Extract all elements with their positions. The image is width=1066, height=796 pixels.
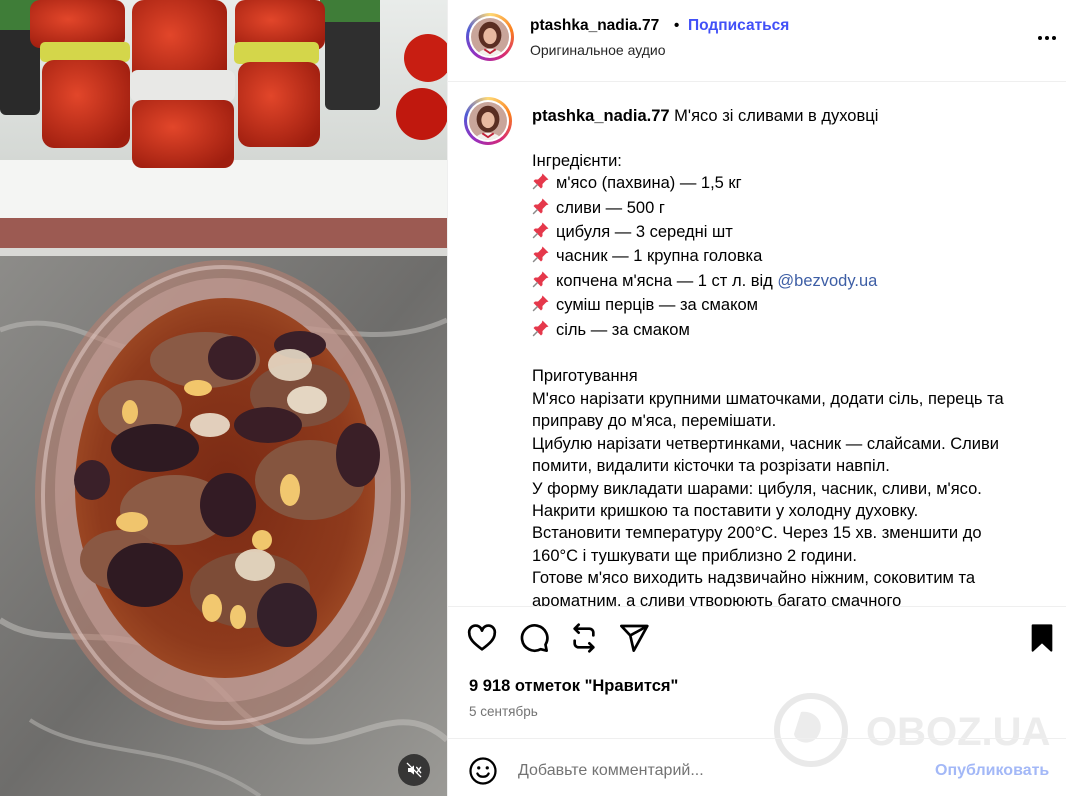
comment-input[interactable] <box>518 756 918 786</box>
ingredient-text: цибуля — 3 середні шт <box>556 223 733 242</box>
pushpin-icon <box>532 197 550 221</box>
preparation-text: М'ясо нарізати крупними шматочками, дода… <box>532 388 1052 607</box>
caption-section[interactable]: ptashka_nadia.77 М'ясо зі сливами в духо… <box>448 83 1066 607</box>
caption-avatar[interactable] <box>464 97 512 145</box>
preparation-line: 160°С і тушкувати ще приблизно 2 години. <box>532 546 857 565</box>
ingredient-text: часник — 1 крупна головка <box>556 247 763 266</box>
ingredient-text: сливи — 500 г <box>556 198 665 217</box>
ingredient-item: сливи — 500 г <box>532 197 1052 221</box>
heart-icon[interactable] <box>466 622 498 654</box>
publish-button[interactable]: Опубликовать <box>935 762 1049 780</box>
preparation-line: Встановити температуру 200°С. Через 15 х… <box>532 524 982 543</box>
mute-icon <box>406 762 422 778</box>
header-avatar[interactable] <box>466 13 514 61</box>
pushpin-icon <box>532 294 550 318</box>
ingredient-item: сіль — за смаком <box>532 319 1052 343</box>
ingredient-item: цибуля — 3 середні шт <box>532 221 1052 245</box>
preparation-line: Цибулю нарізати четвертинками, часник — … <box>532 434 999 453</box>
ingredient-item: часник — 1 крупна головка <box>532 245 1052 269</box>
pushpin-icon <box>532 245 550 269</box>
comment-icon[interactable] <box>518 622 550 654</box>
mute-button[interactable] <box>398 754 430 786</box>
preparation-line: У форму викладати шарами: цибуля, часник… <box>532 479 982 498</box>
preparation-line: Накрити кришкою та поставити у холодну д… <box>532 501 919 520</box>
pushpin-icon <box>532 172 550 196</box>
post-date[interactable]: 5 сентябрь <box>469 704 538 719</box>
post-media[interactable] <box>0 0 447 796</box>
caption-title: М'ясо зі сливами в духовці <box>674 107 879 125</box>
caption-text: ptashka_nadia.77 М'ясо зі сливами в духо… <box>532 105 1052 607</box>
avatar-image <box>469 102 507 140</box>
ingredients-heading: Інгредієнти: <box>532 151 622 170</box>
ingredient-text: суміш перців — за смаком <box>556 296 759 315</box>
preparation-line: приправу до м'яса, перемішати. <box>532 412 777 431</box>
emoji-icon[interactable] <box>468 756 498 786</box>
ingredients-list: м'ясо (пахвина) — 1,5 кг сливи — 500 г циб… <box>532 172 1052 343</box>
preparation-line: Готове м'ясо виходить надзвичайно ніжним… <box>532 569 976 588</box>
preparation-heading: Приготування <box>532 367 638 386</box>
separator-dot: • <box>674 17 680 34</box>
more-icon[interactable] <box>1035 26 1059 50</box>
caption-title-line: ptashka_nadia.77 М'ясо зі сливами в духо… <box>532 105 1052 127</box>
repost-icon[interactable] <box>568 622 600 654</box>
bookmark-icon[interactable] <box>1026 622 1058 654</box>
likes-count[interactable]: 9 918 отметок "Нравится" <box>469 677 678 696</box>
post-details-panel: ptashka_nadia.77 • Подписаться Оригиналь… <box>447 0 1066 796</box>
ingredient-item: суміш перців — за смаком <box>532 294 1052 318</box>
original-audio-link[interactable]: Оригинальное аудио <box>530 42 666 58</box>
avatar-image <box>471 18 509 56</box>
caption-username[interactable]: ptashka_nadia.77 <box>532 107 670 125</box>
comment-bar: Опубликовать <box>448 738 1066 796</box>
preparation-line: М'ясо нарізати крупними шматочками, дода… <box>532 389 1004 408</box>
food-photo <box>0 0 447 796</box>
pushpin-icon <box>532 319 550 343</box>
preparation-line: помити, видалити кісточки та розрізати н… <box>532 457 890 476</box>
header-username[interactable]: ptashka_nadia.77 <box>530 17 659 35</box>
action-bar <box>448 622 1066 662</box>
post-header: ptashka_nadia.77 • Подписаться Оригиналь… <box>448 0 1066 82</box>
ingredient-item: м'ясо (пахвина) — 1,5 кг <box>532 172 1052 196</box>
preparation-line: ароматним, а сливи утворюють багато смач… <box>532 591 902 607</box>
follow-button[interactable]: Подписаться <box>688 17 789 35</box>
ingredient-text: м'ясо (пахвина) — 1,5 кг <box>556 174 742 193</box>
mention-link[interactable]: @bezvody.ua <box>777 272 877 290</box>
ingredient-item: копчена м'ясна — 1 ст л. від @bezvody.ua <box>532 270 1052 294</box>
ingredient-text: сіль — за смаком <box>556 320 690 339</box>
pushpin-icon <box>532 270 550 294</box>
send-icon[interactable] <box>618 622 650 654</box>
pushpin-icon <box>532 221 550 245</box>
ingredient-text: копчена м'ясна — 1 ст л. від <box>556 271 778 290</box>
